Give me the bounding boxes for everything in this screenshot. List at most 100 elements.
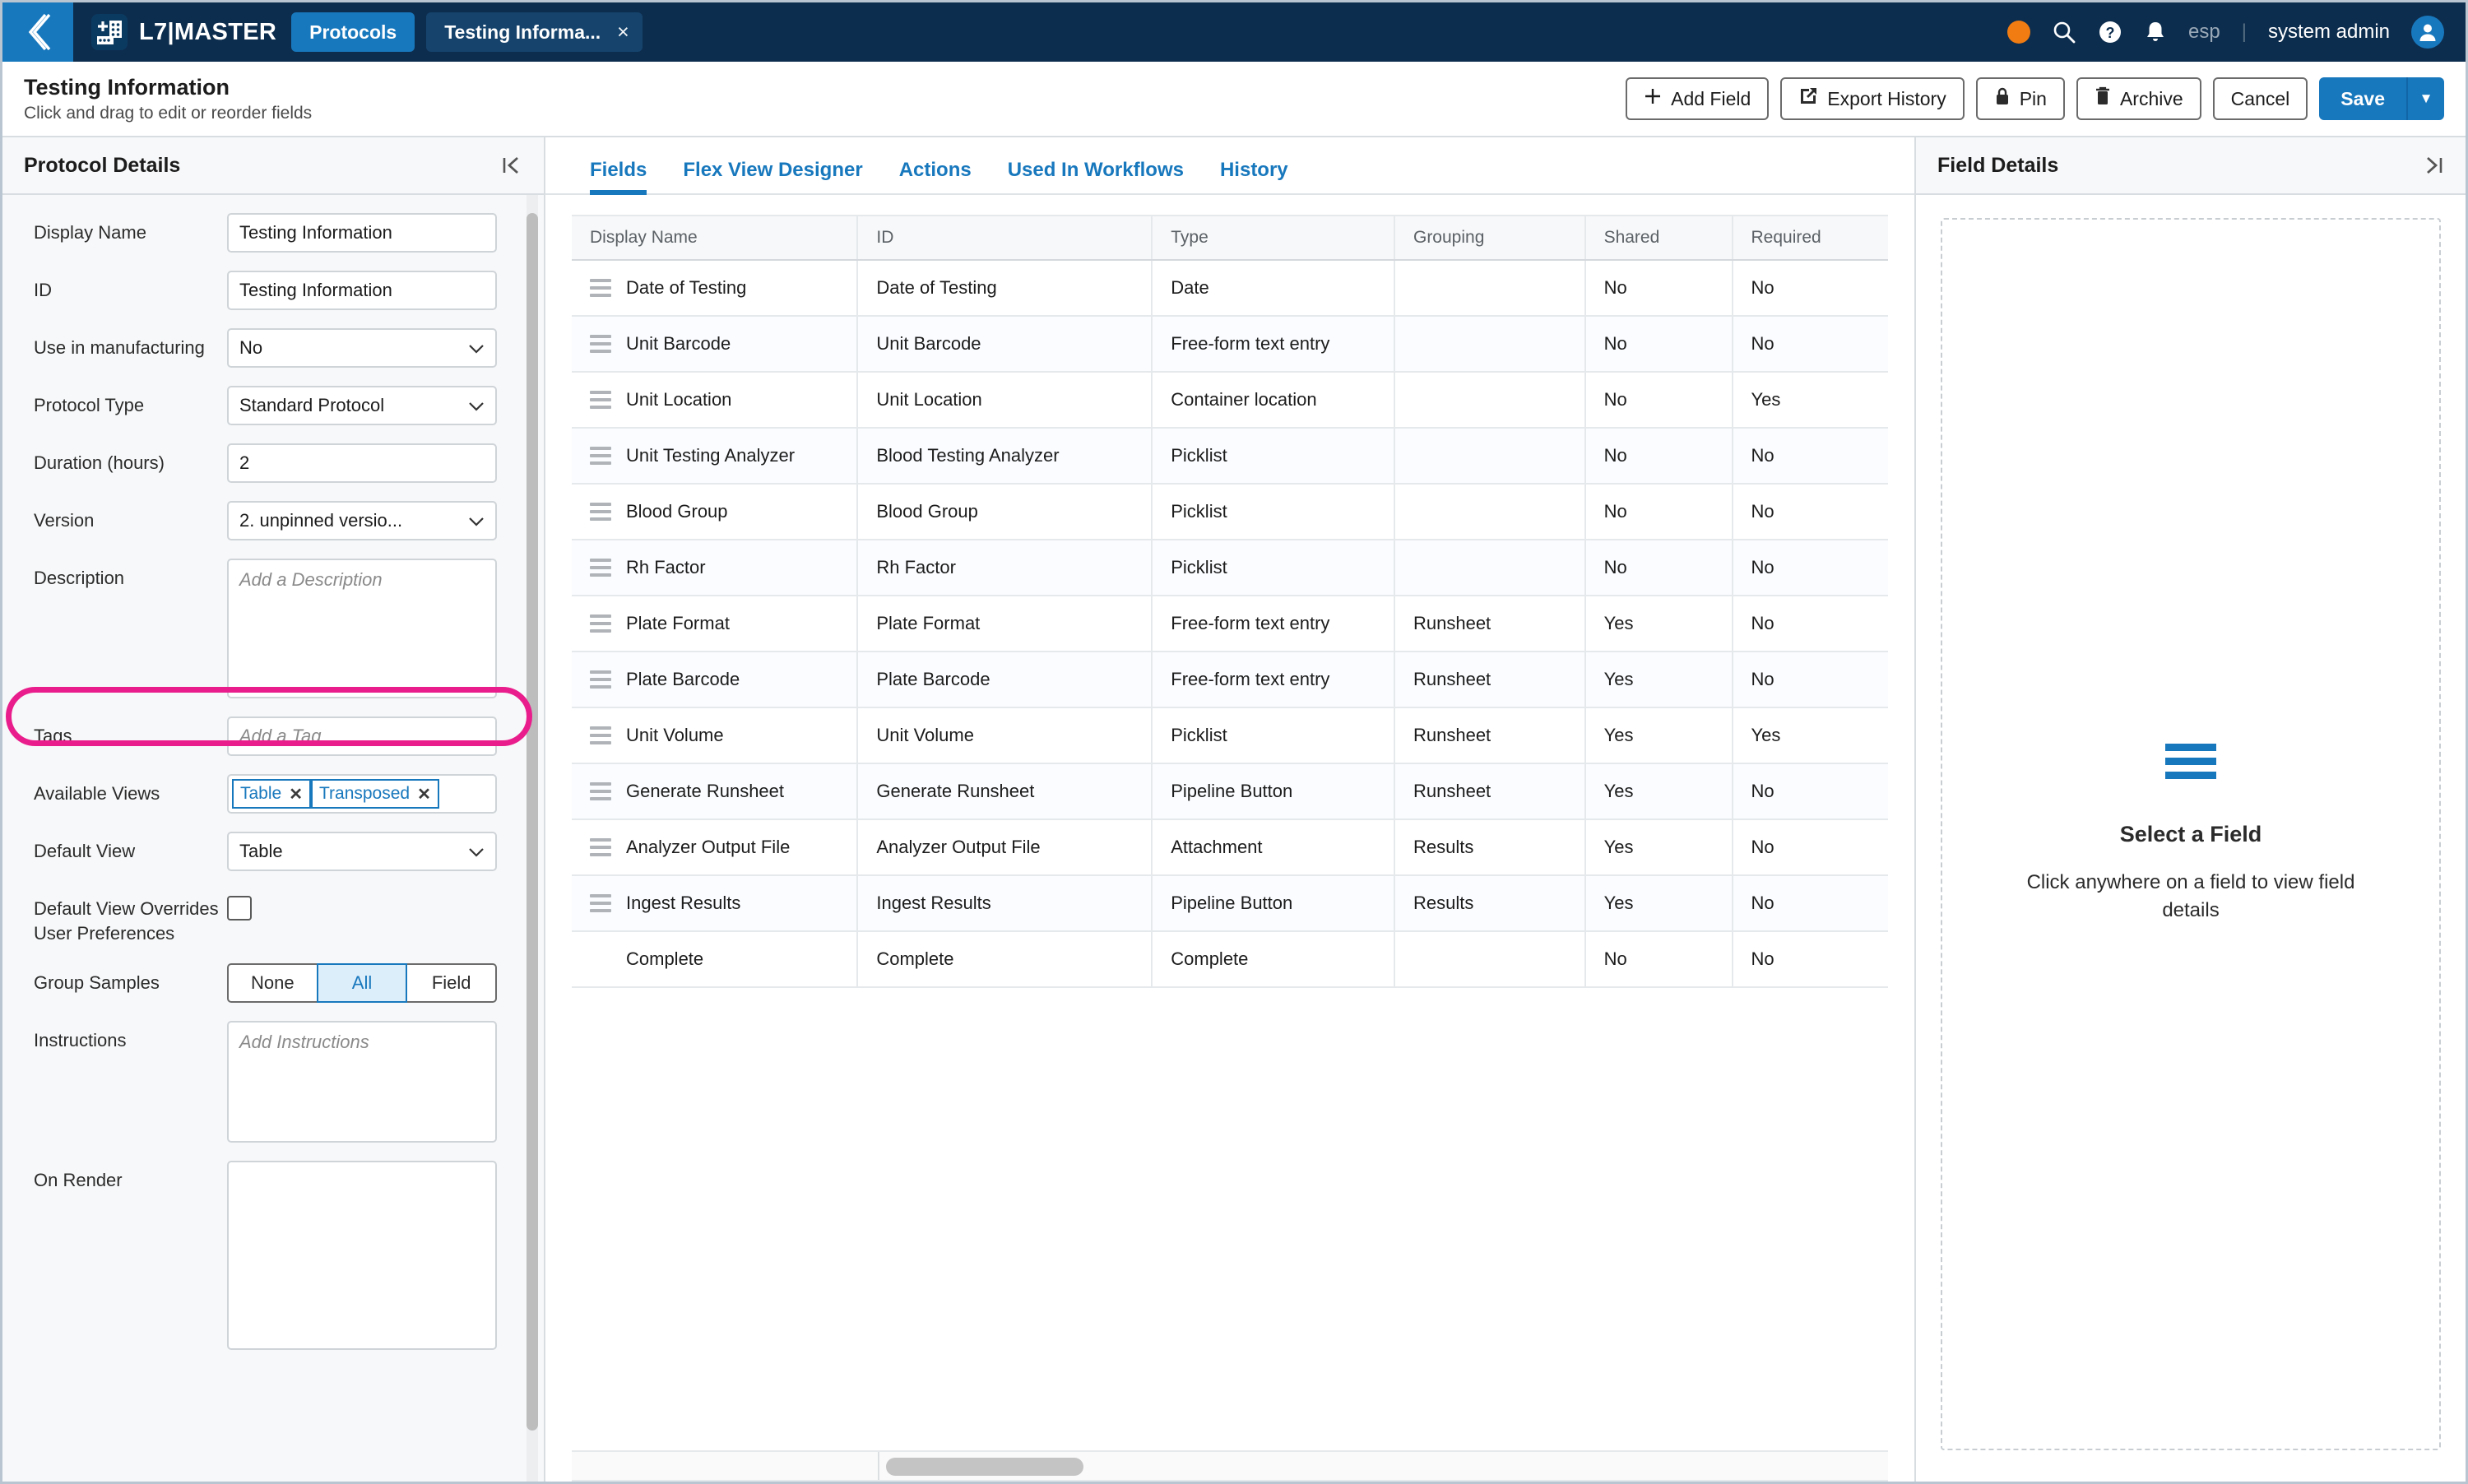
tab-actions[interactable]: Actions xyxy=(881,159,990,193)
table-row[interactable]: Unit Testing Analyzer Blood Testing Analy… xyxy=(572,428,1888,485)
group-samples-option-field[interactable]: Field xyxy=(406,963,498,1004)
chip-remove-icon[interactable]: ✕ xyxy=(417,784,431,805)
column-header-display-name[interactable]: Display Name xyxy=(572,215,858,261)
table-row[interactable]: Analyzer Output File Analyzer Output File… xyxy=(572,819,1888,876)
default-view-select[interactable]: Table xyxy=(227,832,497,871)
help-circle-icon[interactable]: ? xyxy=(2098,20,2122,44)
nav-tab-testing-information[interactable]: Testing Informa... × xyxy=(426,12,643,52)
table-row[interactable]: Date of Testing Date of Testing Date No No xyxy=(572,260,1888,317)
cell-required: No xyxy=(1731,652,1888,708)
column-header-id[interactable]: ID xyxy=(856,215,1153,261)
left-scrollbar-thumb[interactable] xyxy=(527,213,538,1431)
table-row[interactable]: Unit Volume Unit Volume Picklist Runsheet Ye… xyxy=(572,707,1888,764)
tags-input[interactable]: Add a Tag xyxy=(227,716,497,756)
chevron-down-icon xyxy=(468,395,485,416)
search-icon[interactable] xyxy=(2052,20,2076,44)
save-dropdown-toggle[interactable]: ▼ xyxy=(2406,77,2444,120)
drag-handle-icon[interactable] xyxy=(590,782,611,800)
back-button[interactable] xyxy=(2,2,73,62)
tab-used-in-workflows[interactable]: Used In Workflows xyxy=(990,159,1202,193)
save-button[interactable]: Save xyxy=(2319,77,2406,120)
column-header-type[interactable]: Type xyxy=(1151,215,1394,261)
id-label: ID xyxy=(34,280,52,300)
drag-handle-icon[interactable] xyxy=(590,335,611,353)
description-textarea[interactable]: Add a Description xyxy=(227,559,497,698)
use-in-manufacturing-select[interactable]: No xyxy=(227,328,497,368)
cell-grouping: Results xyxy=(1393,819,1585,876)
duration-input[interactable]: 2 xyxy=(227,443,497,483)
instructions-textarea[interactable]: Add Instructions xyxy=(227,1021,497,1143)
cancel-button[interactable]: Cancel xyxy=(2212,77,2308,120)
group-samples-option-none[interactable]: None xyxy=(227,963,318,1004)
chip-remove-icon[interactable]: ✕ xyxy=(289,784,303,805)
archive-button[interactable]: Archive xyxy=(2076,77,2201,120)
cell-required: No xyxy=(1731,316,1888,373)
table-row[interactable]: Complete Complete Complete No No xyxy=(572,931,1888,988)
version-select[interactable]: 2. unpinned versio... xyxy=(227,501,497,540)
brand-block[interactable]: L7|MASTER xyxy=(73,14,291,50)
default-view-value: Table xyxy=(239,841,283,861)
drag-handle-icon[interactable] xyxy=(590,614,611,633)
tab-flex-view-designer[interactable]: Flex View Designer xyxy=(665,159,880,193)
column-header-grouping[interactable]: Grouping xyxy=(1393,215,1585,261)
drag-handle-icon[interactable] xyxy=(590,726,611,744)
table-row[interactable]: Blood Group Blood Group Picklist No No xyxy=(572,484,1888,540)
cell-id: Blood Testing Analyzer xyxy=(856,428,1153,485)
pin-button[interactable]: Pin xyxy=(1975,77,2065,120)
on-render-editor[interactable] xyxy=(227,1161,497,1351)
add-field-button[interactable]: Add Field xyxy=(1626,77,1770,120)
column-header-required[interactable]: Required xyxy=(1731,215,1888,261)
available-views-chips[interactable]: Table ✕ Transposed ✕ xyxy=(227,774,497,814)
id-input[interactable]: Testing Information xyxy=(227,271,497,310)
drag-handle-icon[interactable] xyxy=(590,447,611,465)
close-icon[interactable]: × xyxy=(617,21,629,44)
drag-handle-icon[interactable] xyxy=(590,391,611,409)
notification-bell-icon[interactable] xyxy=(2144,20,2167,44)
tab-fields[interactable]: Fields xyxy=(572,159,665,195)
drag-handle-icon[interactable] xyxy=(590,503,611,521)
drag-handle-icon[interactable] xyxy=(590,838,611,856)
collapse-left-icon[interactable] xyxy=(501,155,522,176)
default-view-overrides-checkbox[interactable] xyxy=(227,896,252,921)
cell-display-name-label: Unit Volume xyxy=(626,725,724,745)
scrollbar-thumb[interactable] xyxy=(886,1458,1083,1476)
page-toolbar: Testing Information Click and drag to ed… xyxy=(2,62,2466,137)
field-available-views: Available Views Table ✕ Transposed ✕ xyxy=(2,774,544,814)
display-name-input[interactable]: Testing Information xyxy=(227,213,497,253)
group-samples-option-all[interactable]: All xyxy=(316,963,408,1004)
available-views-label: Available Views xyxy=(34,783,160,804)
table-row[interactable]: Rh Factor Rh Factor Picklist No No xyxy=(572,540,1888,596)
table-horizontal-scrollbar[interactable] xyxy=(572,1450,1888,1482)
table-row[interactable]: Plate Barcode Plate Barcode Free-form text… xyxy=(572,652,1888,708)
export-history-button[interactable]: Export History xyxy=(1780,77,1965,120)
tags-label: Tags xyxy=(34,726,72,746)
drag-handle-icon[interactable] xyxy=(590,670,611,689)
tab-history[interactable]: History xyxy=(1202,159,1306,193)
chevron-down-icon xyxy=(468,337,485,359)
status-dot-icon[interactable] xyxy=(2007,21,2031,44)
chip-table[interactable]: Table ✕ xyxy=(232,779,311,809)
field-use-in-manufacturing: Use in manufacturing No xyxy=(2,328,544,368)
table-row[interactable]: Ingest Results Ingest Results Pipeline But… xyxy=(572,875,1888,932)
table-row[interactable]: Unit Barcode Unit Barcode Free-form text e… xyxy=(572,316,1888,373)
table-row[interactable]: Generate Runsheet Generate Runsheet Pipeli… xyxy=(572,763,1888,820)
cell-id: Unit Volume xyxy=(856,707,1153,764)
table-row[interactable]: Plate Format Plate Format Free-form text e… xyxy=(572,596,1888,652)
collapse-right-icon[interactable] xyxy=(2423,155,2444,176)
chip-transposed[interactable]: Transposed ✕ xyxy=(310,779,439,809)
page-subtitle: Click and drag to edit or reorder fields xyxy=(24,103,313,123)
table-row[interactable]: Unit Location Unit Location Container loca… xyxy=(572,372,1888,429)
protocol-type-select[interactable]: Standard Protocol xyxy=(227,386,497,425)
drag-handle-icon[interactable] xyxy=(590,279,611,297)
drag-handle-icon[interactable] xyxy=(590,559,611,577)
scrollbar-track[interactable] xyxy=(879,1452,1888,1480)
field-details-header: Field Details xyxy=(1916,137,2466,195)
drag-handle-icon[interactable] xyxy=(590,894,611,912)
nav-tab-protocols[interactable]: Protocols xyxy=(291,12,415,52)
cell-grouping xyxy=(1393,931,1585,988)
cell-shared: No xyxy=(1584,372,1733,429)
user-avatar-icon[interactable] xyxy=(2411,16,2444,49)
brand-name: L7|MASTER xyxy=(139,18,277,45)
column-header-shared[interactable]: Shared xyxy=(1584,215,1733,261)
cell-display-name-label: Date of Testing xyxy=(626,277,747,298)
